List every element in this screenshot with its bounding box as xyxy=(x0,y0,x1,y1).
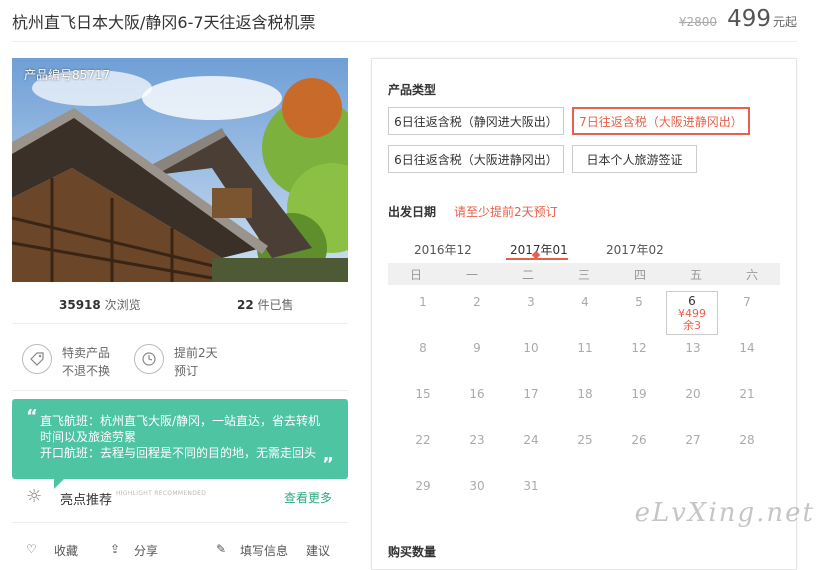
month-tab-2016-12[interactable]: 2016年12 xyxy=(414,241,472,258)
feature-special: 特卖产品 不退不换 xyxy=(22,344,110,380)
calendar-day: 2 xyxy=(473,295,481,309)
calendar-day: 14 xyxy=(739,341,755,355)
feature-advance: 提前2天 预订 xyxy=(134,344,218,380)
calendar-day: 23 xyxy=(469,433,485,447)
see-more-link[interactable]: 查看更多 xyxy=(284,489,332,506)
calendar-day: 11 xyxy=(577,341,593,355)
calendar-day-available[interactable]: 6 ¥499 余3 xyxy=(666,291,718,335)
calendar-day: 31 xyxy=(523,479,539,493)
highlight-divider xyxy=(12,522,348,523)
product-stats: 35918 次浏览 22 件已售 xyxy=(12,296,348,314)
feature-advance-line1: 提前2天 xyxy=(174,346,218,360)
share-icon[interactable]: ⇪ xyxy=(110,542,120,556)
calendar-day: 1 xyxy=(419,295,427,309)
booking-panel: 产品类型 6日往返含税（静冈进大阪出） 7日往返含税（大阪进静冈出） 6日往返含… xyxy=(371,58,797,570)
calendar-day: 10 xyxy=(523,341,539,355)
calendar-day: 15 xyxy=(415,387,431,401)
current-price: 499 xyxy=(727,6,771,32)
views-count: 35918 xyxy=(59,298,101,312)
sold-stat: 22 件已售 xyxy=(237,296,294,313)
weekday-mon: 一 xyxy=(465,267,478,282)
temple-image xyxy=(12,58,348,282)
purchase-quantity-title: 购买数量 xyxy=(388,545,437,559)
sold-count: 22 xyxy=(237,298,254,312)
feature-advance-line2: 预订 xyxy=(174,364,199,378)
calendar-day: 18 xyxy=(577,387,593,401)
calendar-day: 26 xyxy=(631,433,647,447)
features-divider xyxy=(12,390,348,391)
month-tab-2017-02[interactable]: 2017年02 xyxy=(606,241,664,258)
departure-date-title: 出发日期 xyxy=(388,205,437,219)
option-japan-visa[interactable]: 日本个人旅游签证 xyxy=(572,145,697,173)
calendar-day: 21 xyxy=(739,387,755,401)
option-6day-osaka-shizuoka[interactable]: 6日往返含税（大阪进静冈出） xyxy=(388,145,564,173)
feature-special-line1: 特卖产品 xyxy=(62,346,111,360)
sold-label: 件已售 xyxy=(257,298,294,312)
available-day-remaining: 余3 xyxy=(683,319,701,332)
calendar-day: 20 xyxy=(685,387,701,401)
page-title: 杭州直飞日本大阪/静冈6-7天往返含税机票 xyxy=(12,13,316,32)
calendar-day: 9 xyxy=(473,341,481,355)
calendar-day: 7 xyxy=(743,295,751,309)
available-day-number: 6 xyxy=(688,294,696,308)
weekday-sat: 六 xyxy=(745,267,758,282)
site-watermark: eLvXing.net xyxy=(634,498,815,528)
highlight-box: “ 直飞航班：杭州直飞大阪/静冈，一站直达，省去转机时间以及旅途劳累 开口航班：… xyxy=(12,399,348,479)
weekday-tue: 二 xyxy=(521,267,534,282)
weekday-thu: 四 xyxy=(633,267,646,282)
highlight-label: 亮点推荐 xyxy=(60,493,113,508)
header-divider xyxy=(12,41,797,42)
calendar-day: 28 xyxy=(739,433,755,447)
price-unit: 元起 xyxy=(772,15,797,29)
edit-icon[interactable]: ✎ xyxy=(216,542,226,556)
active-month-underline xyxy=(506,258,568,260)
tag-icon xyxy=(22,344,52,374)
original-price: ¥2800 xyxy=(678,15,718,29)
weekday-header: 日 一 二 三 四 五 六 xyxy=(388,263,780,285)
sun-icon: ☼ xyxy=(26,486,43,507)
calendar-day: 5 xyxy=(635,295,643,309)
calendar-day: 8 xyxy=(419,341,427,355)
highlight-sub: HIGHLIGHT RECOMMENDED xyxy=(116,490,207,497)
bottom-actions: ♡ 收藏 ⇪ 分享 ✎ 填写信息 建议 xyxy=(26,538,346,558)
highlight-line-direct: 直飞航班：杭州直飞大阪/静冈，一站直达，省去转机时间以及旅途劳累 xyxy=(40,414,321,444)
calendar-day: 19 xyxy=(631,387,647,401)
highlight-row: ☼ 亮点推荐 HIGHLIGHT RECOMMENDED 查看更多 xyxy=(26,486,342,508)
weekday-fri: 五 xyxy=(689,267,702,282)
calendar-day: 25 xyxy=(577,433,593,447)
views-label: 次浏览 xyxy=(104,298,141,312)
departure-note: 请至少提前2天预订 xyxy=(454,205,558,219)
calendar-day: 13 xyxy=(685,341,701,355)
clock-icon xyxy=(134,344,164,374)
views-stat: 35918 次浏览 xyxy=(59,296,141,313)
close-quote-icon: ” xyxy=(322,454,334,475)
calendar-day: 12 xyxy=(631,341,647,355)
calendar-day: 17 xyxy=(523,387,539,401)
price-area: ¥2800 499 元起 xyxy=(679,6,797,32)
product-type-title: 产品类型 xyxy=(388,83,437,97)
feature-special-line2: 不退不换 xyxy=(62,364,111,378)
calendar-day: 3 xyxy=(527,295,535,309)
calendar-day: 27 xyxy=(685,433,701,447)
product-photo: 产品编号85717 xyxy=(12,58,348,282)
calendar-day: 24 xyxy=(523,433,539,447)
favorite-icon[interactable]: ♡ xyxy=(26,542,37,556)
calendar-day: 22 xyxy=(415,433,431,447)
option-6day-shizuoka-osaka[interactable]: 6日往返含税（静冈进大阪出） xyxy=(388,107,564,135)
calendar-day: 16 xyxy=(469,387,485,401)
product-code: 产品编号85717 xyxy=(24,68,111,82)
highlight-line-open-jaw: 开口航班：去程与回程是不同的目的地，无需走回头 xyxy=(40,446,317,460)
stats-divider xyxy=(12,323,348,324)
open-quote-icon: “ xyxy=(26,406,38,427)
calendar-day: 30 xyxy=(469,479,485,493)
weekday-wed: 三 xyxy=(577,267,590,282)
calendar-day: 4 xyxy=(581,295,589,309)
weekday-sun: 日 xyxy=(409,267,422,282)
calendar-day: 29 xyxy=(415,479,431,493)
option-7day-osaka-shizuoka[interactable]: 7日往返含税（大阪进静冈出） xyxy=(572,107,750,135)
